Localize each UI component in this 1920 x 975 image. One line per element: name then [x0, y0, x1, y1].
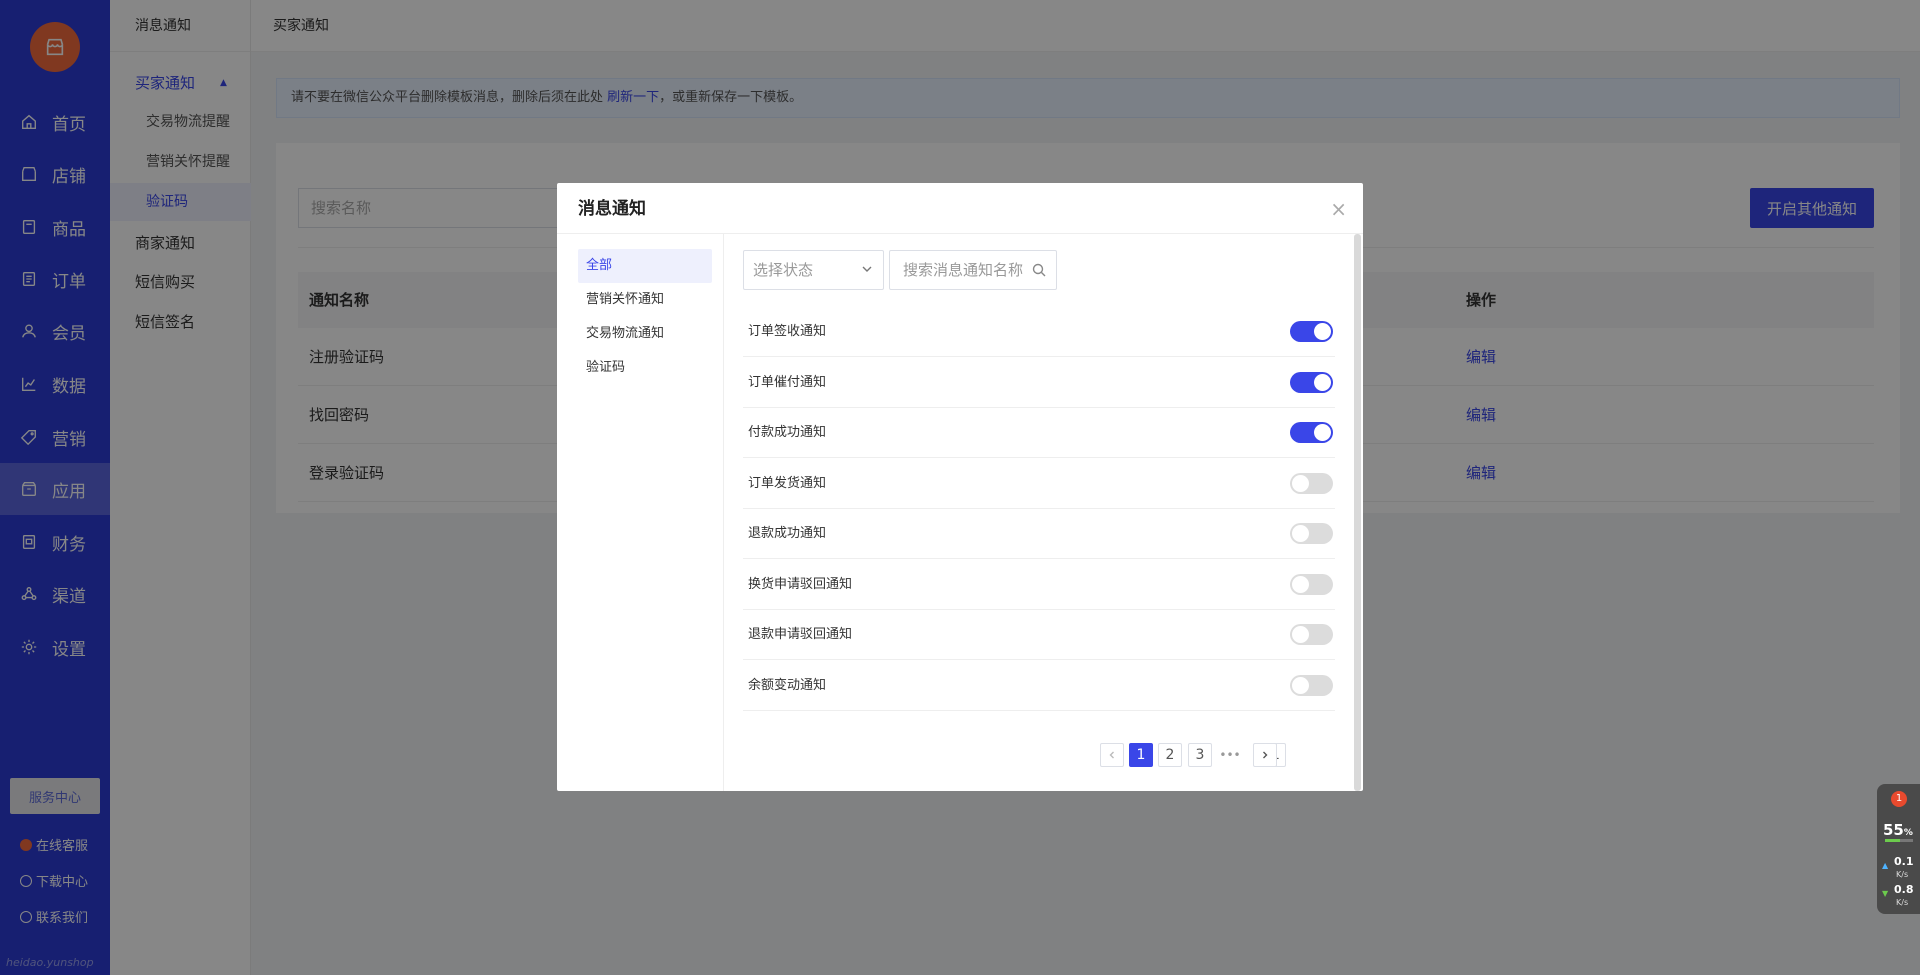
notification-row: 换货申请驳回通知 — [743, 559, 1335, 610]
category-all[interactable]: 全部 — [578, 249, 712, 283]
notification-row: 退款申请驳回通知 — [743, 609, 1335, 660]
modal-title: 消息通知 — [578, 199, 646, 219]
notification-name: 余额变动通知 — [748, 677, 827, 693]
category-logistics[interactable]: 交易物流通知 — [578, 317, 712, 351]
cpu-percent-value: 55 — [1883, 821, 1904, 839]
download-unit: K/s — [1896, 898, 1909, 907]
status-select-placeholder: 选择状态 — [753, 261, 814, 279]
chevron-right-icon — [1263, 751, 1268, 759]
notification-toggle[interactable] — [1290, 371, 1333, 393]
category-marketing[interactable]: 营销关怀通知 — [578, 283, 712, 317]
toggle-knob — [1314, 424, 1331, 441]
chevron-left-icon — [1109, 751, 1114, 759]
notification-modal: 消息通知 × 全部 营销关怀通知 交易物流通知 验证码 选择状态 搜索消息通知名… — [557, 183, 1363, 791]
notification-name: 换货申请驳回通知 — [748, 576, 853, 592]
next-page-button[interactable] — [1253, 743, 1277, 767]
notification-name: 订单催付通知 — [748, 374, 827, 390]
download-arrow-icon: ▼ — [1882, 889, 1889, 898]
notification-name: 付款成功通知 — [748, 425, 827, 440]
category-verification[interactable]: 验证码 — [578, 351, 712, 385]
modal-scrollbar[interactable] — [1354, 234, 1361, 791]
notice-search-input[interactable]: 搜索消息通知名称 — [889, 250, 1057, 290]
upload-unit: K/s — [1896, 870, 1909, 879]
toggle-knob — [1292, 525, 1309, 542]
usage-bar — [1885, 839, 1913, 842]
notification-toggle[interactable] — [1290, 674, 1333, 696]
status-select[interactable]: 选择状态 — [743, 250, 884, 290]
notification-toggle[interactable] — [1290, 523, 1333, 544]
notification-name: 订单签收通知 — [748, 324, 827, 339]
notification-toggle[interactable] — [1290, 422, 1333, 443]
search-icon — [1032, 263, 1046, 277]
chevron-down-icon — [861, 251, 873, 289]
upload-speed: 0.1 — [1894, 855, 1914, 868]
notification-name: 退款申请驳回通知 — [748, 627, 853, 642]
notification-row: 余额变动通知 — [743, 660, 1335, 711]
cpu-percent: 55% — [1883, 821, 1913, 839]
page-button[interactable]: 2 — [1158, 743, 1182, 767]
notice-search-placeholder: 搜索消息通知名称 — [903, 261, 1024, 279]
page-button[interactable]: 1 — [1129, 743, 1153, 767]
cpu-percent-unit: % — [1903, 828, 1913, 838]
notification-row: 退款成功通知 — [743, 508, 1335, 559]
page-button[interactable]: 3 — [1188, 743, 1212, 767]
pagination-ellipsis: ••• — [1219, 748, 1241, 762]
modal-header: 消息通知 × — [557, 183, 1363, 234]
toggle-knob — [1292, 626, 1309, 643]
toggle-knob — [1314, 323, 1331, 340]
notification-row: 订单发货通知 — [743, 458, 1335, 509]
notification-row: 订单签收通知 — [743, 306, 1335, 357]
notification-name: 退款成功通知 — [748, 526, 827, 541]
notification-toggle[interactable] — [1290, 472, 1333, 494]
notification-row: 付款成功通知 — [743, 407, 1335, 458]
toggle-knob — [1292, 575, 1309, 593]
close-icon[interactable]: × — [1330, 183, 1347, 235]
download-speed: 0.8 — [1894, 883, 1914, 896]
notification-toggle[interactable] — [1290, 573, 1333, 595]
prev-page-button[interactable] — [1100, 743, 1124, 767]
notification-toggle[interactable] — [1290, 321, 1333, 342]
notification-toggle[interactable] — [1290, 624, 1333, 645]
notification-badge: 1 — [1891, 791, 1907, 807]
notification-row: 订单催付通知 — [743, 357, 1335, 408]
toggle-knob — [1292, 676, 1309, 694]
network-monitor-widget[interactable]: 1 55% ▲ 0.1 K/s ▼ 0.8 K/s — [1877, 784, 1920, 914]
category-list: 全部 营销关怀通知 交易物流通知 验证码 — [557, 234, 724, 791]
usage-bar-fill — [1885, 839, 1901, 842]
toggle-knob — [1292, 474, 1309, 492]
upload-arrow-icon: ▲ — [1882, 861, 1889, 870]
toggle-knob — [1314, 373, 1331, 391]
notification-name: 订单发货通知 — [748, 475, 827, 491]
